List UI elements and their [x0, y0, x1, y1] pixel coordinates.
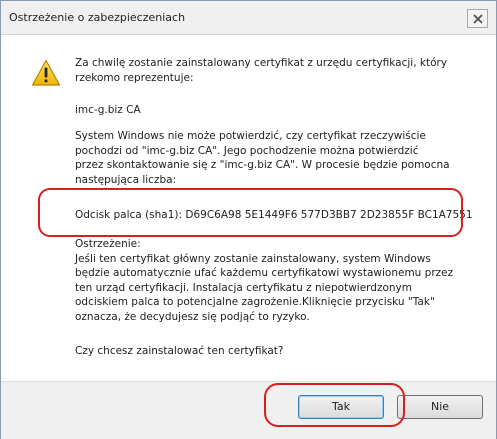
thumbprint-highlight [38, 188, 463, 237]
intro-text: Za chwilę zostanie zainstalowany certyfi… [75, 57, 448, 84]
ca-name: imc-g.biz CA [75, 104, 141, 116]
warning-icon [31, 59, 61, 86]
verification-text: System Windows nie może potwierdzić, czy… [75, 130, 450, 186]
close-button[interactable] [467, 9, 488, 28]
title-bar: Ostrzeżenie o zabezpieczeniach [1, 1, 496, 35]
warning-text: Ostrzeżenie: Jeśli ten certyfikat główny… [75, 238, 454, 323]
dialog-title: Ostrzeżenie o zabezpieczeniach [9, 11, 186, 24]
close-icon [473, 14, 483, 24]
no-button[interactable]: Nie [397, 395, 483, 419]
yes-button-highlight [264, 383, 405, 427]
install-question: Czy chcesz zainstalować ten certyfikat? [75, 345, 284, 357]
